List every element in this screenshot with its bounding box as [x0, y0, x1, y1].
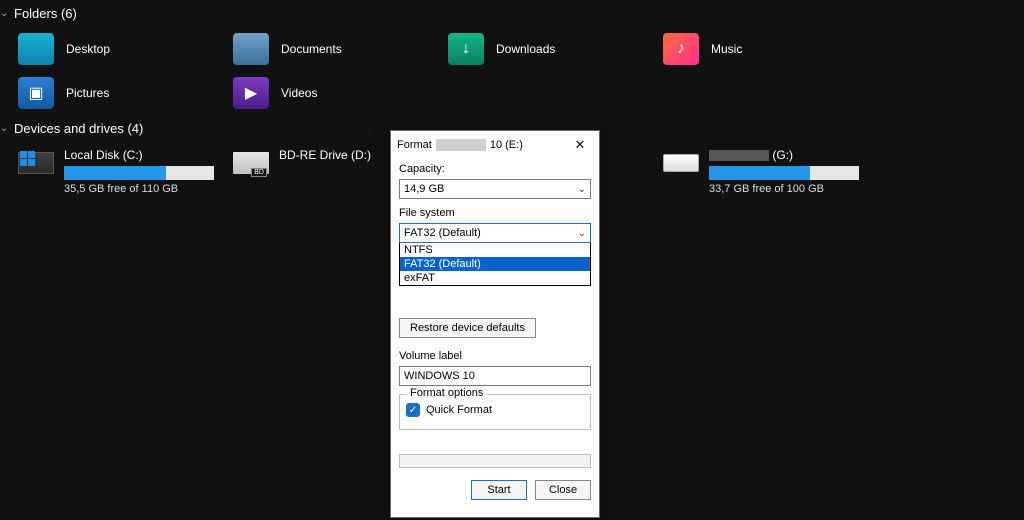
downloads-icon: ↓ [448, 33, 484, 65]
folder-label: Documents [269, 42, 342, 56]
folder-pictures[interactable]: ▣ Pictures [14, 71, 229, 115]
close-button[interactable]: Close [535, 480, 591, 500]
dialog-title-suffix: 10 (E:) [490, 139, 523, 151]
capacity-value: 14,9 GB [404, 183, 444, 195]
format-progress-bar [399, 454, 591, 468]
folder-label: Pictures [54, 86, 109, 100]
folders-grid: Desktop Documents ↓ Downloads ♪ Music ▣ … [0, 27, 1024, 115]
drive-free-label: 35,5 GB free of 110 GB [64, 183, 214, 195]
storage-bar [709, 166, 859, 180]
desktop-icon [18, 33, 54, 65]
chevron-down-icon: ⌄ [0, 8, 14, 19]
format-options-legend: Format options [406, 387, 487, 399]
folder-desktop[interactable]: Desktop [14, 27, 229, 71]
folder-videos[interactable]: ▶ Videos [229, 71, 444, 115]
quick-format-label: Quick Format [426, 404, 492, 416]
folders-section-header[interactable]: ⌄ Folders (6) [0, 0, 1024, 27]
folder-label: Videos [269, 86, 317, 100]
pictures-icon: ▣ [18, 77, 54, 109]
volume-label-input[interactable] [399, 366, 591, 386]
videos-icon: ▶ [233, 77, 269, 109]
drive-icon [663, 148, 699, 178]
drive-title: (G:) [709, 148, 859, 162]
filesystem-select[interactable]: FAT32 (Default) ⌄ [399, 223, 591, 243]
folder-music[interactable]: ♪ Music [659, 27, 874, 71]
drive-title: Local Disk (C:) [64, 148, 214, 162]
restore-defaults-button[interactable]: Restore device defaults [399, 318, 536, 338]
folder-label: Downloads [484, 42, 555, 56]
dialog-titlebar[interactable]: Format 10 (E:) ✕ [391, 131, 599, 159]
chevron-down-icon: ⌄ [0, 123, 14, 134]
folder-downloads[interactable]: ↓ Downloads [444, 27, 659, 71]
volume-label-label: Volume label [399, 350, 591, 362]
chevron-down-icon: ⌄ [578, 228, 586, 239]
capacity-select[interactable]: 14,9 GB ⌄ [399, 179, 591, 199]
format-dialog: Format 10 (E:) ✕ Capacity: 14,9 GB ⌄ Fil… [390, 130, 600, 518]
redacted-label [436, 139, 486, 151]
filesystem-option-exfat[interactable]: exFAT [400, 271, 590, 285]
storage-bar [64, 166, 214, 180]
close-icon[interactable]: ✕ [565, 133, 595, 157]
filesystem-value: FAT32 (Default) [404, 227, 481, 239]
music-icon: ♪ [663, 33, 699, 65]
start-button[interactable]: Start [471, 480, 527, 500]
drive-g[interactable]: (G:) 33,7 GB free of 100 GB [659, 142, 874, 201]
optical-drive-icon: BD [233, 148, 269, 178]
filesystem-label: File system [399, 207, 591, 219]
drive-local-c[interactable]: Local Disk (C:) 35,5 GB free of 110 GB [14, 142, 229, 201]
folder-documents[interactable]: Documents [229, 27, 444, 71]
folder-label: Desktop [54, 42, 110, 56]
drives-header-label: Devices and drives (4) [14, 121, 143, 136]
dialog-title-prefix: Format [397, 139, 432, 151]
filesystem-option-fat32[interactable]: FAT32 (Default) [400, 257, 590, 271]
local-disk-icon [18, 148, 54, 178]
checkbox-checked-icon: ✓ [406, 403, 420, 417]
filesystem-option-ntfs[interactable]: NTFS [400, 243, 590, 257]
capacity-label: Capacity: [399, 163, 591, 175]
redacted-label [709, 150, 769, 161]
format-options-group: Format options ✓ Quick Format [399, 394, 591, 430]
documents-icon [233, 33, 269, 65]
drive-free-label: 33,7 GB free of 100 GB [709, 183, 859, 195]
quick-format-checkbox[interactable]: ✓ Quick Format [406, 403, 584, 417]
folder-label: Music [699, 42, 742, 56]
folders-header-label: Folders (6) [14, 6, 77, 21]
chevron-down-icon: ⌄ [578, 184, 586, 195]
filesystem-dropdown: NTFS FAT32 (Default) exFAT [399, 243, 591, 286]
